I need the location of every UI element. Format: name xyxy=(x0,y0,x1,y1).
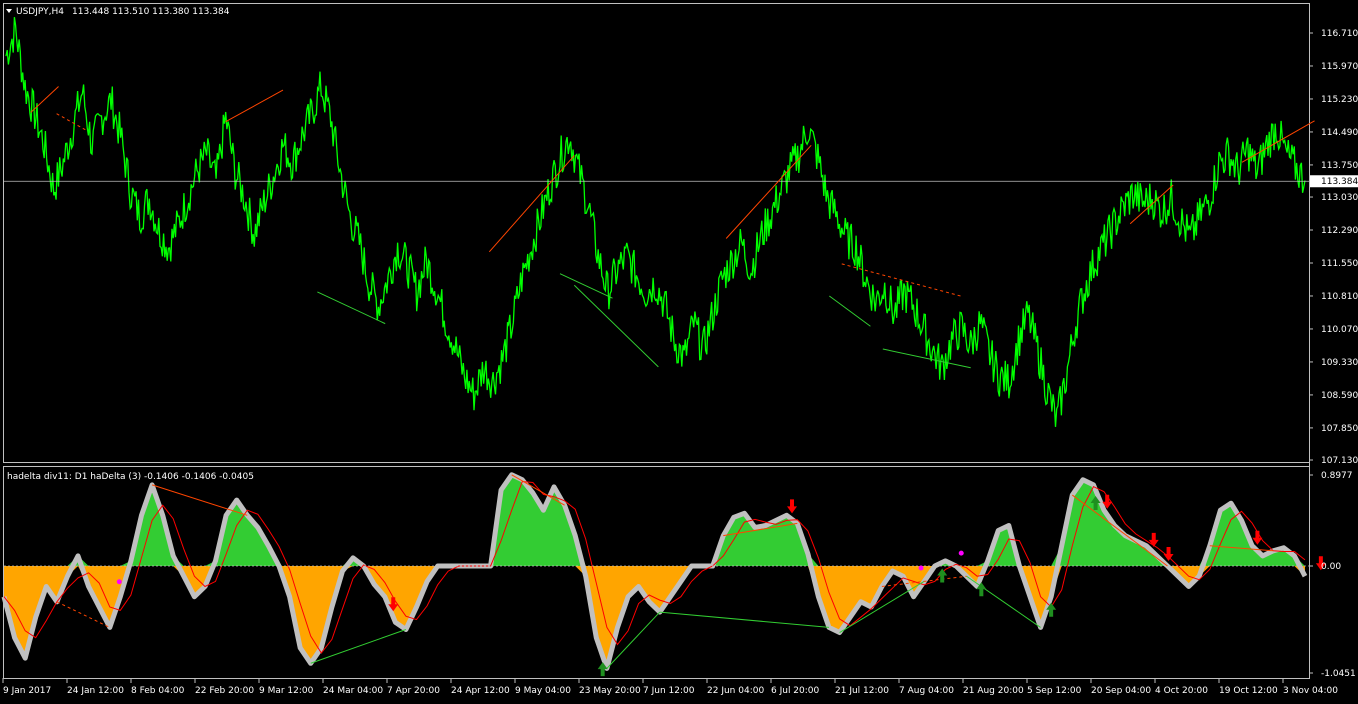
y-tick-label: 107.130 xyxy=(1321,456,1358,466)
chart: 116.710 115.970 115.230 114.490 113.750 113.0… xyxy=(0,0,1358,700)
signal-dot-icon xyxy=(958,550,964,556)
y-tick-label: 115.970 xyxy=(1321,62,1358,72)
price-trendline-red xyxy=(1241,120,1315,163)
x-tick-label: 21 Aug 20:00 xyxy=(963,686,1024,696)
price-trendline-green xyxy=(573,284,659,368)
upper-header: USDJPY,H4 113.448 113.510 113.380 113.38… xyxy=(6,7,230,17)
upper-pane xyxy=(4,17,1315,427)
x-tick-label: 9 Jan 2017 xyxy=(3,686,51,696)
price-trendline-green xyxy=(559,273,613,299)
price-trendline-dashed xyxy=(56,113,86,131)
x-tick-label: 7 Apr 20:00 xyxy=(387,686,440,696)
x-tick-label: 4 Oct 20:00 xyxy=(1155,686,1208,696)
x-tick-label: 3 Nov 04:00 xyxy=(1283,686,1338,696)
collapse-triangle-icon[interactable] xyxy=(6,9,12,13)
indicator-trendline-red xyxy=(151,484,248,516)
x-tick-label: 8 Feb 04:00 xyxy=(131,686,185,696)
upper-symbol-label: USDJPY,H4 xyxy=(16,7,64,17)
y-tick-label: 112.290 xyxy=(1321,226,1358,236)
y-tick-label: 0.8977 xyxy=(1321,471,1353,481)
x-tick-label: 22 Feb 20:00 xyxy=(195,686,254,696)
x-tick-label: 21 Jul 12:00 xyxy=(835,686,889,696)
y-tick-label: 108.590 xyxy=(1321,391,1358,401)
sell-arrow-icon xyxy=(1163,547,1174,562)
x-tick-label: 9 May 04:00 xyxy=(515,686,571,696)
sell-arrow-icon xyxy=(1252,530,1263,545)
lower-pane xyxy=(1,472,1326,677)
y-tick-label: 114.490 xyxy=(1321,128,1358,138)
chart-svg: 116.710 115.970 115.230 114.490 113.750 113.0… xyxy=(1,3,1358,696)
x-tick-label: 23 May 20:00 xyxy=(579,686,641,696)
x-tick-label: 20 Sep 04:00 xyxy=(1091,686,1151,696)
y-tick-label: 116.710 xyxy=(1321,29,1358,39)
y-tick-label: 113.750 xyxy=(1321,161,1358,171)
x-tick-label: 7 Jun 12:00 xyxy=(643,686,695,696)
x-tick-label: 6 Jul 20:00 xyxy=(771,686,820,696)
x-tick-label: 7 Aug 04:00 xyxy=(899,686,954,696)
current-price-label: 113.384 xyxy=(1321,177,1358,187)
price-series-line xyxy=(5,17,1306,427)
upper-pane-frame xyxy=(3,3,1310,463)
y-tick-label: 110.070 xyxy=(1321,325,1358,335)
y-tick-label: 115.230 xyxy=(1321,95,1358,105)
x-axis: 9 Jan 2017 24 Jan 12:00 8 Feb 04:00 22 Feb … xyxy=(2,678,1338,696)
y-tick-label: -1.0451 xyxy=(1321,669,1356,679)
y-tick-label: 111.550 xyxy=(1321,259,1358,269)
price-trendline-green xyxy=(829,295,871,327)
lower-header: hadelta div11: D1 haDelta (3) -0.1406 -0… xyxy=(7,472,254,482)
price-trendline-green xyxy=(317,291,386,325)
y-tick-label: 110.810 xyxy=(1321,292,1358,302)
y-tick-label: 109.330 xyxy=(1321,358,1358,368)
y-tick-label: 0.00 xyxy=(1321,562,1341,572)
price-trendline-red xyxy=(225,89,284,123)
sell-arrow-icon xyxy=(787,499,798,514)
x-tick-label: 5 Sep 12:00 xyxy=(1027,686,1082,696)
upper-ohlc-values: 113.448 113.510 113.380 113.384 xyxy=(72,7,230,17)
y-tick-label: 113.030 xyxy=(1321,193,1358,203)
indicator-trendline-green xyxy=(659,611,830,628)
signal-dot-icon xyxy=(116,579,122,585)
x-tick-label: 24 Apr 12:00 xyxy=(451,686,510,696)
x-tick-label: 19 Oct 12:00 xyxy=(1219,686,1278,696)
buy-arrow-icon xyxy=(937,568,948,583)
x-tick-label: 24 Mar 04:00 xyxy=(323,686,383,696)
y-axes: 116.710 115.970 115.230 114.490 113.750 113.0… xyxy=(1309,29,1358,679)
price-trendline-red xyxy=(488,155,575,253)
x-tick-label: 22 Jun 04:00 xyxy=(707,686,764,696)
x-tick-label: 9 Mar 12:00 xyxy=(259,686,314,696)
x-tick-label: 24 Jan 12:00 xyxy=(67,686,124,696)
sell-arrow-icon xyxy=(1148,532,1159,547)
signal-dot-icon xyxy=(918,565,924,571)
price-trendline-red xyxy=(30,86,59,113)
y-tick-label: 107.850 xyxy=(1321,424,1358,434)
